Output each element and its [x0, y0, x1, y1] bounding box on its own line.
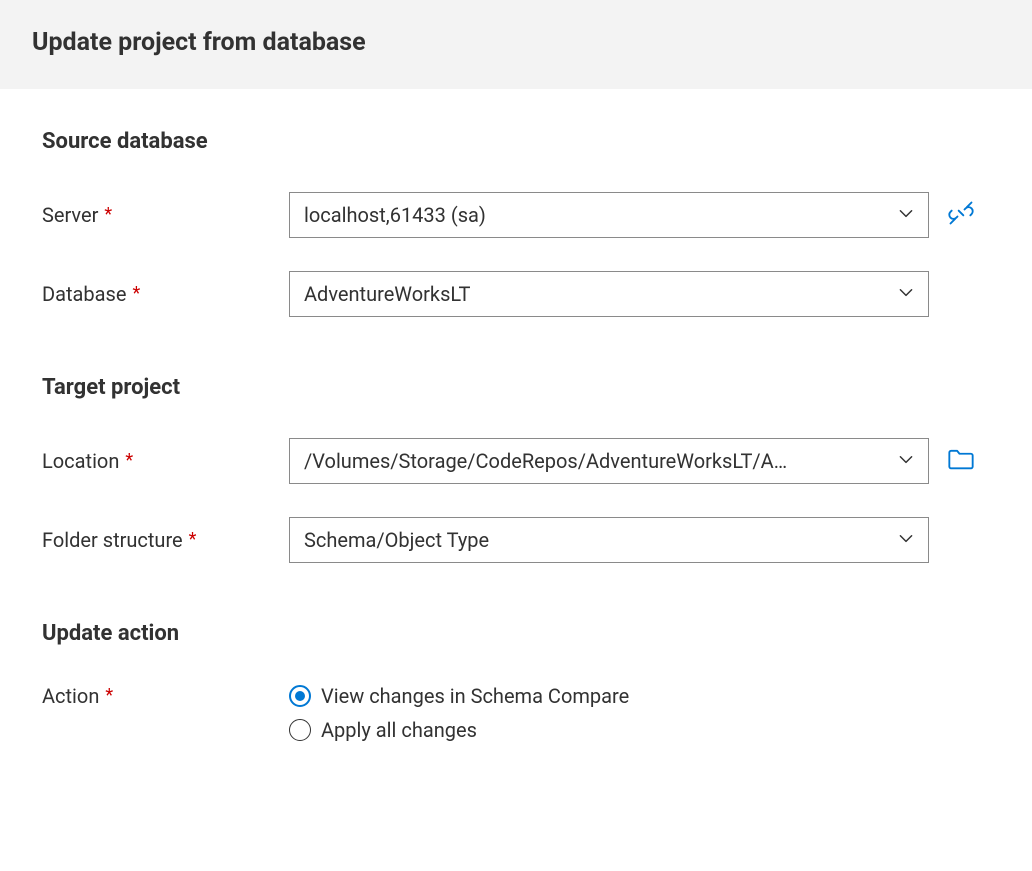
radio-label-view-changes: View changes in Schema Compare	[321, 684, 629, 708]
database-select[interactable]: AdventureWorksLT	[289, 271, 929, 317]
label-folder-structure-text: Folder structure	[42, 528, 183, 552]
folder-structure-select-wrap: Schema/Object Type	[289, 517, 929, 563]
server-select[interactable]: localhost,61433 (sa)	[289, 192, 929, 238]
form-content: Source database Server * localhost,61433…	[0, 89, 1032, 762]
section-title-source: Source database	[42, 129, 990, 154]
connect-button[interactable]	[947, 199, 975, 231]
row-location: Location * /Volumes/Storage/CodeRepos/Ad…	[42, 438, 990, 484]
label-database: Database *	[42, 282, 289, 306]
row-action: Action * View changes in Schema Compare …	[42, 684, 990, 742]
action-radio-group: View changes in Schema Compare Apply all…	[289, 684, 629, 742]
header-bar: Update project from database	[0, 0, 1032, 89]
row-server: Server * localhost,61433 (sa)	[42, 192, 990, 238]
browse-folder-button[interactable]	[947, 447, 975, 475]
label-server: Server *	[42, 203, 289, 227]
label-action-text: Action	[42, 684, 99, 708]
location-select[interactable]: /Volumes/Storage/CodeRepos/AdventureWork…	[289, 438, 929, 484]
label-database-text: Database	[42, 282, 126, 306]
label-server-text: Server	[42, 203, 98, 227]
row-folder-structure: Folder structure * Schema/Object Type	[42, 517, 990, 563]
radio-indicator-selected	[289, 685, 311, 707]
label-folder-structure: Folder structure *	[42, 528, 289, 552]
radio-label-apply-all: Apply all changes	[321, 718, 477, 742]
page-title: Update project from database	[32, 28, 1000, 57]
required-asterisk: *	[125, 450, 133, 471]
radio-dot	[295, 691, 305, 701]
required-asterisk: *	[105, 685, 113, 706]
radio-indicator	[289, 719, 311, 741]
row-database: Database * AdventureWorksLT	[42, 271, 990, 317]
label-location: Location *	[42, 449, 289, 473]
folder-structure-select[interactable]: Schema/Object Type	[289, 517, 929, 563]
label-location-text: Location	[42, 449, 119, 473]
server-select-wrap: localhost,61433 (sa)	[289, 192, 929, 238]
plug-icon	[947, 199, 975, 231]
required-asterisk: *	[189, 529, 197, 550]
section-title-action: Update action	[42, 621, 990, 646]
section-title-target: Target project	[42, 375, 990, 400]
required-asterisk: *	[104, 204, 112, 225]
location-select-wrap: /Volumes/Storage/CodeRepos/AdventureWork…	[289, 438, 929, 484]
folder-icon	[947, 447, 975, 475]
label-action: Action *	[42, 684, 289, 708]
required-asterisk: *	[132, 283, 140, 304]
radio-view-changes[interactable]: View changes in Schema Compare	[289, 684, 629, 708]
database-select-wrap: AdventureWorksLT	[289, 271, 929, 317]
radio-apply-all[interactable]: Apply all changes	[289, 718, 629, 742]
